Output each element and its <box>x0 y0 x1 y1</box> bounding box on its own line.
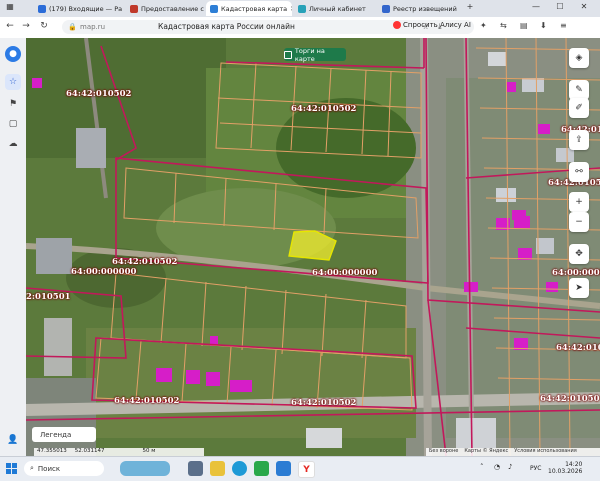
browser-sidebar: ● ☆ ⚑ ▢ ☁ 👤 <box>0 38 27 456</box>
assistant-icon[interactable]: ● <box>5 46 21 62</box>
alice-label: Спросить Алису AI <box>403 21 471 29</box>
account-icon <box>298 4 306 13</box>
close-window-icon[interactable]: ✕ <box>576 2 592 11</box>
collections-icon[interactable]: ▤ <box>520 21 528 30</box>
scale-label: 50 м <box>142 448 156 454</box>
maximize-icon[interactable]: ☐ <box>552 2 568 11</box>
share-icon[interactable]: ⚯ <box>569 162 589 182</box>
terms-link[interactable]: Условия использования <box>514 448 577 456</box>
parcel-label: 64:42:010502 <box>114 396 180 406</box>
parcel-label: 64:00:000000 <box>552 268 600 278</box>
profile-icon[interactable]: 👤 <box>5 432 21 448</box>
extensions-icon[interactable]: ✦ <box>480 21 487 30</box>
downloads-icon[interactable]: ⬇ <box>540 21 547 30</box>
clock-date: 10.03.2026 <box>548 468 583 475</box>
tabs-icon[interactable]: ▢ <box>5 116 21 132</box>
favorites-icon[interactable]: ☆ <box>5 74 21 90</box>
pencil-icon[interactable]: ✎ <box>569 80 589 100</box>
translate-icon[interactable]: ⇆ <box>500 21 507 30</box>
document-icon <box>130 4 138 13</box>
tab-title: (179) Входящие — Ра <box>49 4 123 13</box>
parcel-label: 64:42:010502 <box>112 257 178 267</box>
browser-tab-strip: ▦ (179) Входящие — Ра Предоставление све… <box>0 0 600 17</box>
start-icon[interactable] <box>6 463 17 474</box>
auctions-label: Торги на карте <box>294 46 325 63</box>
back-icon[interactable]: ← <box>4 21 16 31</box>
zoom-out-icon[interactable]: − <box>569 212 589 232</box>
alice-icon <box>393 21 401 29</box>
store-icon[interactable] <box>254 461 269 476</box>
task-view-icon[interactable] <box>188 461 203 476</box>
layers-icon[interactable]: ◈ <box>569 48 589 68</box>
url-text: map.ru <box>80 23 106 31</box>
news-widget-icon[interactable] <box>120 461 170 476</box>
search-icon: ⌕ <box>30 464 34 472</box>
new-tab-icon[interactable]: + <box>462 2 478 11</box>
page-title: Кадастровая карта России онлайн <box>158 22 295 31</box>
attribution-text[interactable]: Карты © Яндекс <box>464 448 508 456</box>
forward-icon[interactable]: → <box>20 21 32 31</box>
legend-button[interactable]: Легенда <box>32 427 96 442</box>
tab-provision[interactable]: Предоставление свед <box>126 1 204 16</box>
mail-icon <box>38 4 46 13</box>
volume-icon[interactable]: ♪ <box>508 463 512 471</box>
reload-icon[interactable]: ↻ <box>38 21 50 31</box>
language-indicator[interactable]: РУС <box>530 465 541 472</box>
clock[interactable]: 14:20 10.03.2026 <box>548 461 582 475</box>
map-icon <box>210 4 218 13</box>
parcel-label: 64:42:010502 <box>66 89 132 99</box>
close-tab-icon[interactable]: ✕ <box>290 5 292 13</box>
geolocation-icon[interactable]: ➤ <box>569 278 589 298</box>
parcel-label: 64:00:000000 <box>312 268 378 278</box>
file-explorer-icon[interactable] <box>210 461 225 476</box>
address-bar: ← → ↻ 🔒 map.ru Кадастровая карта России … <box>0 17 600 39</box>
tab-title: Кадастровая карта <box>221 4 288 13</box>
tab-inbox[interactable]: (179) Входящие — Ра <box>34 1 126 16</box>
parcel-label: 64:42:01050 <box>540 394 600 404</box>
tab-menu-icon[interactable]: ▦ <box>2 2 18 11</box>
minimize-icon[interactable]: — <box>528 2 544 11</box>
map-canvas <box>26 38 600 456</box>
tab-cadastral-map[interactable]: Кадастровая карта ✕ <box>206 1 292 16</box>
lock-icon: 🔒 <box>68 23 77 31</box>
search-placeholder: Поиск <box>37 464 61 473</box>
taskbar-search[interactable]: ⌕ Поиск <box>24 461 104 476</box>
auctions-on-map-button[interactable]: Торги на карте <box>284 46 346 63</box>
taskbar: ⌕ Поиск Y ˄ ◔ ♪ РУС 14:20 10.03.2026 <box>0 456 600 481</box>
parcel-label: 64:42:010502 <box>291 104 357 114</box>
parcel-label: 2:010501 <box>26 292 71 302</box>
registry-icon <box>382 4 390 13</box>
word-icon[interactable] <box>276 461 291 476</box>
legend-label: Легенда <box>40 430 72 439</box>
coordinates-bar: 47.355013 52.031147 50 м <box>34 448 204 456</box>
parcel-label: 64:42:010502 <box>291 398 357 408</box>
edit-note-icon[interactable]: ✐ <box>569 98 589 118</box>
yandex-browser-icon[interactable]: Y <box>298 461 315 478</box>
cloud-upload-icon[interactable]: ⇪ <box>569 130 589 150</box>
edge-icon[interactable] <box>232 461 247 476</box>
auction-icon <box>284 50 292 59</box>
tab-title: Предоставление свед <box>141 4 204 13</box>
cadastral-map[interactable]: 64:42:010502 64:42:010502 64:42:010502 6… <box>26 38 600 456</box>
menu-icon[interactable]: ≡ <box>560 21 567 30</box>
tab-title: Реестр извещений <box>393 4 457 13</box>
network-icon[interactable]: ◔ <box>494 463 500 471</box>
longitude-value: 52.031147 <box>74 448 105 454</box>
clock-time: 14:20 <box>565 461 583 468</box>
cloud-icon[interactable]: ☁ <box>5 136 21 152</box>
latitude-value: 47.355013 <box>37 448 67 454</box>
bookmarks-icon[interactable]: ⚑ <box>5 96 21 112</box>
ask-alice-button[interactable]: Спросить Алису AI <box>393 21 471 29</box>
tray-arrow-icon[interactable]: ˄ <box>480 463 484 471</box>
tab-personal-account[interactable]: Личный кабинет <box>294 1 376 16</box>
map-attribution: Без вороне Карты © Яндекс Условия исполь… <box>426 448 600 456</box>
parcel-label: 64:00:000000 <box>71 267 137 277</box>
attribution-text: Без вороне <box>429 448 459 454</box>
tab-notices-registry[interactable]: Реестр извещений <box>378 1 460 16</box>
pan-icon[interactable]: ✥ <box>569 244 589 264</box>
tab-title: Личный кабинет <box>309 4 366 13</box>
zoom-in-icon[interactable]: + <box>569 192 589 212</box>
parcel-label: 64:42:010503 <box>556 343 600 353</box>
